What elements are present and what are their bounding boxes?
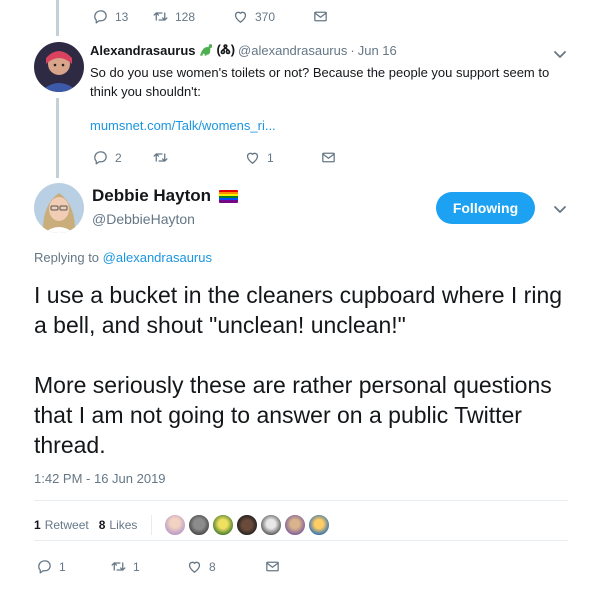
main-message-button[interactable]	[264, 558, 281, 575]
chevron-down-icon	[554, 51, 566, 58]
reply-author-name[interactable]: Alexandrasaurus	[90, 43, 196, 58]
tweet-timestamp[interactable]: 1:42 PM - 16 Jun 2019	[34, 471, 166, 486]
reply-count: 13	[115, 9, 129, 24]
reply-message-button[interactable]	[320, 149, 337, 166]
liker-avatar[interactable]	[308, 514, 331, 536]
like-count: 370	[255, 9, 276, 24]
message-icon	[314, 11, 327, 22]
liker-avatar[interactable]	[188, 514, 211, 536]
main-retweet-button[interactable]: 1	[110, 558, 186, 575]
main-author-name[interactable]: Debbie Hayton	[92, 186, 211, 206]
reply-reply-count: 2	[115, 150, 122, 165]
reply-like-count: 1	[267, 150, 274, 165]
replying-to-prefix: Replying to	[34, 250, 100, 265]
thread-line-top	[56, 0, 59, 36]
liker-avatar[interactable]	[212, 514, 235, 536]
reply-tweet-link[interactable]: mumsnet.com/Talk/womens_ri...	[90, 118, 276, 133]
reply-retweet-button[interactable]	[152, 149, 244, 166]
reply-author-avatar[interactable]	[34, 42, 84, 92]
message-icon	[266, 561, 279, 572]
retweet-stat[interactable]: 1 Retweet	[34, 518, 89, 532]
liker-avatars	[164, 514, 331, 536]
like-stat-count: 8	[98, 518, 106, 532]
message-button[interactable]	[312, 8, 329, 25]
reply-icon	[38, 560, 51, 574]
main-like-button[interactable]: 8	[186, 558, 264, 575]
main-menu-chevron[interactable]	[552, 201, 568, 217]
like-stat-label: Likes	[109, 518, 138, 532]
tweet-paragraph-1: I use a bucket in the cleaners cupboard …	[34, 282, 563, 338]
chevron-down-icon	[554, 206, 566, 213]
main-author-name-row: Debbie Hayton	[92, 186, 239, 206]
retweet-count: 128	[175, 9, 196, 24]
dinosaur-emoji	[199, 44, 212, 56]
parent-tweet-actions: 13 128 370	[92, 8, 329, 25]
retweet-icon	[153, 153, 168, 162]
liker-avatar[interactable]	[260, 514, 283, 536]
main-author-avatar[interactable]	[34, 183, 84, 233]
replying-to-handle[interactable]: @alexandrasaurus	[103, 250, 212, 265]
retweet-icon	[153, 12, 168, 21]
main-tweet-text: I use a bucket in the cleaners cupboard …	[34, 280, 574, 490]
like-button[interactable]: 370	[232, 8, 312, 25]
thread-line-reply	[56, 98, 59, 178]
pride-flag-stripe	[219, 200, 239, 203]
replying-to: Replying to @alexandrasaurus	[34, 250, 212, 265]
like-icon	[246, 152, 259, 164]
reply-reply-button[interactable]: 2	[92, 149, 152, 166]
like-icon	[234, 11, 247, 23]
reply-menu-chevron[interactable]	[552, 46, 568, 62]
liker-avatar[interactable]	[164, 514, 187, 536]
reply-tweet-actions: 2 1	[92, 149, 337, 166]
retweet-button[interactable]: 128	[152, 8, 232, 25]
reply-tweet-header: Alexandrasaurus (Ꮬ) @alexandrasaurus · J…	[90, 42, 397, 58]
pride-flag-emoji	[219, 189, 239, 203]
liker-avatar[interactable]	[236, 514, 259, 536]
divider-top	[34, 500, 568, 501]
main-reply-button[interactable]: 1	[36, 558, 110, 575]
like-icon	[188, 561, 201, 573]
stats-separator	[151, 515, 153, 535]
following-button[interactable]: Following	[436, 192, 535, 224]
reply-icon	[94, 151, 107, 165]
retweet-stat-count: 1	[34, 518, 41, 532]
reply-author-handle[interactable]: @alexandrasaurus	[238, 43, 347, 58]
main-reply-count: 1	[59, 559, 66, 574]
message-icon	[322, 152, 335, 163]
main-tweet-actions: 1 1 8	[36, 558, 281, 575]
reply-button[interactable]: 13	[92, 8, 152, 25]
reply-author-badge: (Ꮬ)	[216, 42, 236, 57]
retweet-icon	[111, 562, 126, 571]
retweet-stat-label: Retweet	[44, 518, 89, 532]
reply-date[interactable]: Jun 16	[358, 43, 397, 58]
reply-separator: ·	[350, 42, 355, 58]
main-retweet-count: 1	[133, 559, 140, 574]
reply-like-button[interactable]: 1	[244, 149, 320, 166]
reply-tweet-text: So do you use women's toilets or not? Be…	[90, 65, 550, 99]
tweet-paragraph-2: More seriously these are rather personal…	[34, 372, 552, 458]
tweet-stats: 1 Retweet 8 Likes	[34, 514, 331, 536]
reply-icon	[94, 10, 107, 24]
main-like-count: 8	[209, 559, 216, 574]
main-author-handle[interactable]: @DebbieHayton	[92, 211, 195, 227]
like-stat[interactable]: 8 Likes	[99, 518, 138, 532]
divider-bottom	[34, 540, 568, 541]
liker-avatar[interactable]	[284, 514, 307, 536]
